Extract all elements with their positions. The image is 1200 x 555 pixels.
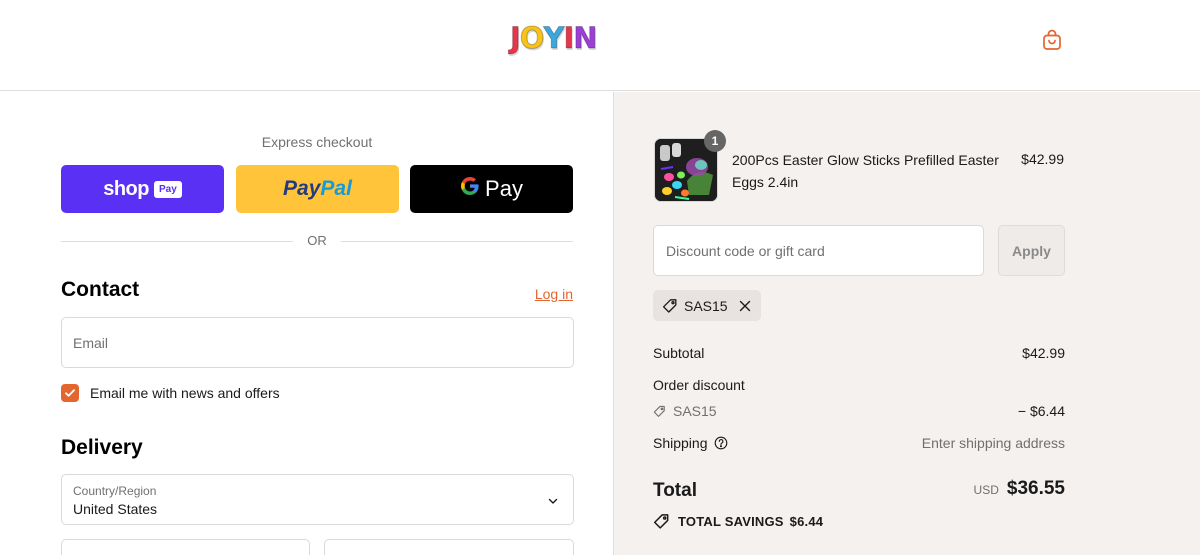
order-discount-row: Order discount (653, 377, 1065, 393)
logo-letter: J (510, 20, 522, 55)
currency-code: USD (973, 483, 999, 497)
chevron-down-icon (547, 494, 559, 512)
paypal-word-part1: Pay (283, 177, 321, 200)
shopping-bag-icon[interactable] (1040, 28, 1064, 52)
country-select[interactable]: Country/Region United States (61, 474, 574, 525)
delivery-title: Delivery (61, 436, 143, 459)
total-savings-value: $6.44 (789, 514, 824, 529)
newsletter-checkbox[interactable] (61, 384, 79, 402)
quantity-badge: 1 (704, 130, 726, 152)
shop-pay-button[interactable]: shop Pay (61, 165, 224, 213)
google-pay-word: Pay (485, 176, 523, 201)
contact-title: Contact (61, 278, 140, 301)
subtotal-label: Subtotal (653, 345, 705, 361)
country-label: Country/Region (73, 484, 157, 498)
shop-pay-tag: Pay (153, 180, 182, 198)
total-value: $36.55 (1006, 478, 1065, 499)
product-price: $42.99 (1021, 151, 1064, 167)
logo-letter: Y (543, 20, 565, 55)
order-discount-label: Order discount (653, 377, 745, 393)
last-name-field[interactable] (324, 539, 574, 555)
email-input[interactable] (62, 318, 573, 367)
paypal-word-part2: Pal (320, 177, 352, 200)
newsletter-label: Email me with news and offers (90, 385, 280, 401)
total-savings-label: TOTAL SAVINGS (678, 514, 784, 529)
logo-letter: N (573, 20, 598, 55)
total-label: Total (653, 480, 697, 501)
header: J O Y I N (0, 0, 1200, 91)
total-row: Total USD $36.55 (653, 478, 1065, 504)
close-icon[interactable] (739, 300, 751, 312)
newsletter-option[interactable]: Email me with news and offers (61, 383, 280, 403)
product-name: 200Pcs Easter Glow Sticks Prefilled East… (732, 152, 999, 190)
shipping-label: Shipping (653, 435, 708, 451)
login-link[interactable]: Log in (535, 286, 573, 302)
google-g-icon (460, 176, 480, 202)
checkout-form: Express checkout shop Pay Pay Pal Pay OR … (0, 92, 613, 555)
shipping-value: Enter shipping address (921, 435, 1065, 451)
shipping-row: Shipping Enter shipping address (653, 435, 1065, 451)
total-savings-row: TOTAL SAVINGS $6.44 (653, 513, 823, 530)
discount-code-row: SAS15 − $6.44 (653, 403, 1065, 421)
paypal-button[interactable]: Pay Pal (236, 165, 399, 213)
tag-icon (653, 513, 670, 530)
shop-pay-word: shop (103, 177, 149, 200)
tag-icon (653, 405, 666, 418)
order-summary: 1 200Pcs Easter Glow Sticks Prefilled Ea… (613, 92, 1200, 555)
help-icon[interactable] (714, 436, 728, 450)
country-value: United States (73, 501, 158, 517)
applied-code-label: SAS15 (684, 297, 728, 314)
divider-line (341, 241, 573, 242)
first-name-field[interactable] (61, 539, 310, 555)
logo-letter: I (563, 20, 575, 55)
check-icon (65, 389, 75, 397)
discount-value: − $6.44 (1017, 403, 1065, 419)
discount-code-input[interactable] (654, 226, 983, 275)
google-pay-button[interactable]: Pay (410, 165, 573, 213)
subtotal-value: $42.99 (1022, 345, 1065, 361)
tag-icon (662, 298, 678, 314)
logo-letter: O (519, 20, 545, 55)
discount-code-label: SAS15 (673, 403, 717, 419)
joyin-logo[interactable]: J O Y I N (510, 20, 599, 55)
apply-button[interactable]: Apply (998, 225, 1065, 276)
email-field[interactable] (61, 317, 574, 368)
or-divider: OR (61, 232, 573, 250)
discount-code-field[interactable] (653, 225, 984, 276)
subtotal-row: Subtotal $42.99 (653, 345, 1065, 361)
express-checkout-title: Express checkout (261, 134, 373, 150)
applied-discount-chip: SAS15 (653, 290, 761, 321)
